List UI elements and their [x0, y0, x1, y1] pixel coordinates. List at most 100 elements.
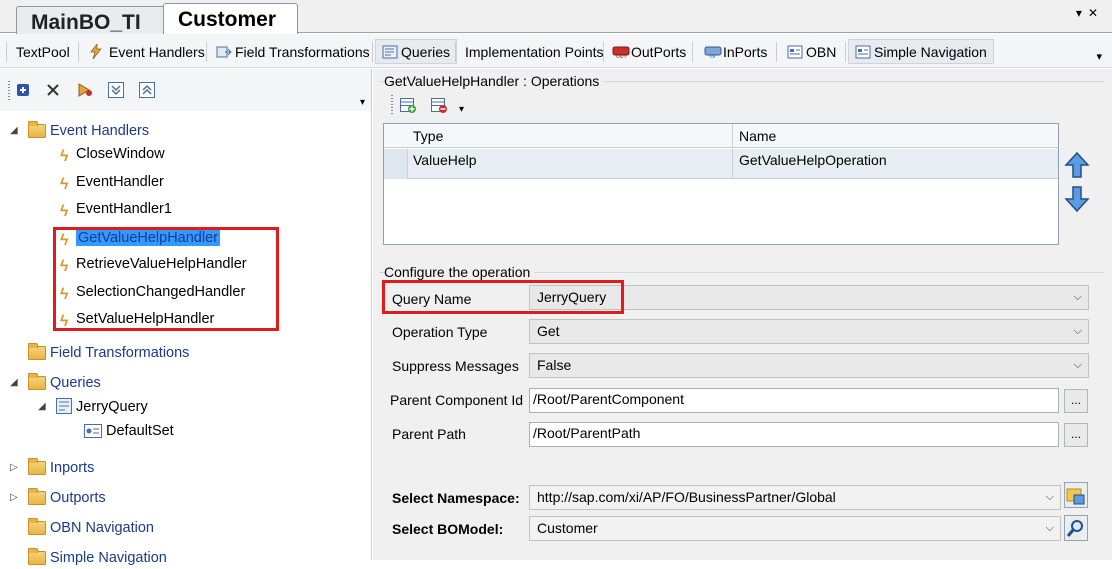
run-icon[interactable]	[76, 81, 94, 99]
tree-node-obn-navigation[interactable]: OBN Navigation	[28, 517, 154, 539]
selected-value: Customer	[537, 520, 598, 536]
toolbar-inports[interactable]: IN InPorts	[697, 39, 774, 64]
search-icon[interactable]	[1064, 515, 1088, 541]
toolbar-implementation-points[interactable]: Implementation Points	[458, 39, 611, 64]
toolbar-overflow-icon[interactable]: ▾	[1096, 50, 1102, 63]
toolbar-field-transformations[interactable]: Field Transformations	[209, 39, 377, 64]
tree-node-closewindow[interactable]: ϟ CloseWindow	[60, 143, 165, 165]
tree-node-outports[interactable]: ▷ Outports	[10, 487, 106, 509]
svg-text:IN: IN	[710, 54, 715, 59]
set-icon	[84, 423, 102, 445]
tree-node-label: DefaultSet	[106, 423, 174, 439]
toolbar-obn[interactable]: OBN	[780, 39, 843, 64]
chevron-down-icon[interactable]: ⌵	[1074, 320, 1082, 343]
toolbar-label: Implementation Points	[465, 44, 604, 60]
toolbar-outports[interactable]: OUT OutPorts	[605, 39, 693, 64]
operation-type-select[interactable]: Get ⌵	[529, 319, 1089, 344]
tree-node-label: Inports	[50, 460, 95, 476]
highlight-box	[382, 280, 624, 314]
close-icon[interactable]: ✕	[1088, 6, 1104, 20]
tree-node-defaultset[interactable]: DefaultSet	[84, 420, 174, 442]
toolbar-separator	[206, 42, 207, 62]
tree-node-eventhandler1[interactable]: ϟ EventHandler1	[60, 198, 172, 220]
toolbar-simple-navigation[interactable]: Simple Navigation	[848, 39, 994, 64]
grid-header: Type Name	[384, 124, 1058, 148]
designer-toolbar: TextPool Event Handlers Field Transforma…	[0, 34, 1112, 68]
chevron-down-icon[interactable]: ⌵	[1046, 486, 1054, 509]
toolbar-label: Queries	[401, 44, 451, 60]
navigation-icon	[855, 42, 871, 59]
chevron-down-icon[interactable]: ⌵	[1074, 286, 1082, 309]
browse-parent-component-button[interactable]: ...	[1064, 389, 1088, 413]
tree-node-eventhandler[interactable]: ϟ EventHandler	[60, 171, 164, 193]
configure-group-title: Configure the operation	[384, 264, 535, 280]
remove-operation-icon[interactable]	[430, 96, 448, 114]
collapse-arrow-icon[interactable]: ◢	[38, 396, 46, 418]
tree-node-label: Field Transformations	[50, 345, 190, 361]
tab-mainbo[interactable]: MainBO_TI	[16, 6, 166, 37]
browse-parent-path-button[interactable]: ...	[1064, 423, 1088, 447]
folder-icon	[28, 121, 46, 138]
folder-icon	[28, 373, 46, 390]
table-row[interactable]: ValueHelp GetValueHelpOperation	[384, 149, 1058, 179]
parent-component-input[interactable]: /Root/ParentComponent	[529, 388, 1059, 413]
cell-type[interactable]: ValueHelp	[408, 149, 477, 171]
toolbar-textpool[interactable]: TextPool	[9, 39, 77, 64]
parent-component-label: Parent Component Id	[390, 392, 524, 408]
expand-arrow-icon[interactable]: ▷	[10, 457, 18, 479]
query-icon	[56, 398, 72, 421]
namespace-select[interactable]: http://sap.com/xi/AP/FO/BusinessPartner/…	[529, 485, 1061, 510]
operations-grid: Type Name ValueHelp GetValueHelpOperatio…	[383, 123, 1059, 245]
cell-name[interactable]: GetValueHelpOperation	[734, 149, 887, 171]
folder-icon	[28, 343, 46, 360]
add-icon[interactable]	[14, 81, 32, 99]
inport-icon: IN	[704, 42, 722, 60]
tree-node-jerryquery[interactable]: ◢ JerryQuery	[38, 396, 148, 421]
namespace-label: Select Namespace:	[392, 490, 520, 506]
ops-toolbar-overflow-icon[interactable]: ▾	[459, 104, 464, 115]
suppress-messages-select[interactable]: False ⌵	[529, 353, 1089, 378]
toolbar-label: Event Handlers	[109, 44, 205, 60]
selected-value: http://sap.com/xi/AP/FO/BusinessPartner/…	[537, 489, 836, 505]
collapse-all-icon[interactable]	[138, 81, 156, 99]
tab-customer[interactable]: Customer	[163, 3, 298, 35]
expand-arrow-icon[interactable]: ▷	[10, 487, 18, 509]
tree-node-event-handlers[interactable]: ◢ Event Handlers	[10, 120, 149, 142]
collapse-arrow-icon[interactable]: ◢	[10, 120, 18, 142]
column-header-type[interactable]: Type	[408, 125, 443, 147]
collapse-arrow-icon[interactable]: ◢	[10, 372, 18, 394]
toolbar-queries[interactable]: Queries	[375, 39, 458, 64]
tree-toolbar-overflow-icon[interactable]: ▾	[360, 97, 365, 108]
toolbar-event-handlers[interactable]: Event Handlers	[83, 39, 212, 64]
move-up-icon[interactable]	[1064, 151, 1090, 179]
outport-icon: OUT	[612, 42, 630, 60]
toolbar-label: Field Transformations	[235, 44, 370, 60]
lightning-icon: ϟ	[60, 148, 69, 165]
expand-all-icon[interactable]	[107, 81, 125, 99]
tree-node-inports[interactable]: ▷ Inports	[10, 457, 95, 479]
tab-dropdown-icon[interactable]: ▾	[1076, 6, 1088, 20]
tree-node-label: JerryQuery	[76, 399, 148, 415]
folder-icon	[28, 458, 46, 475]
row-selector[interactable]	[384, 149, 408, 179]
operations-group-title: GetValueHelpHandler : Operations	[384, 73, 604, 89]
parent-path-label: Parent Path	[392, 426, 466, 442]
namespace-browse-icon[interactable]	[1064, 482, 1088, 508]
chevron-down-icon[interactable]: ⌵	[1046, 517, 1054, 540]
tree-node-queries[interactable]: ◢ Queries	[10, 372, 101, 394]
parent-path-input[interactable]: /Root/ParentPath	[529, 422, 1059, 447]
tree-node-simple-navigation[interactable]: Simple Navigation	[28, 547, 167, 569]
tree-node-label: CloseWindow	[76, 146, 165, 162]
toolbar-separator	[372, 42, 373, 62]
column-header-name[interactable]: Name	[734, 125, 776, 147]
toolbar-separator	[776, 42, 777, 62]
move-down-icon[interactable]	[1064, 185, 1090, 213]
chevron-down-icon[interactable]: ⌵	[1074, 354, 1082, 377]
tree-node-field-transformations[interactable]: Field Transformations	[28, 342, 189, 364]
highlight-box	[53, 227, 279, 331]
bomodel-select[interactable]: Customer ⌵	[529, 516, 1061, 541]
selected-value: Get	[537, 323, 560, 339]
add-operation-icon[interactable]	[399, 96, 417, 114]
toolbar-grip	[391, 95, 393, 115]
delete-icon[interactable]	[44, 81, 62, 99]
